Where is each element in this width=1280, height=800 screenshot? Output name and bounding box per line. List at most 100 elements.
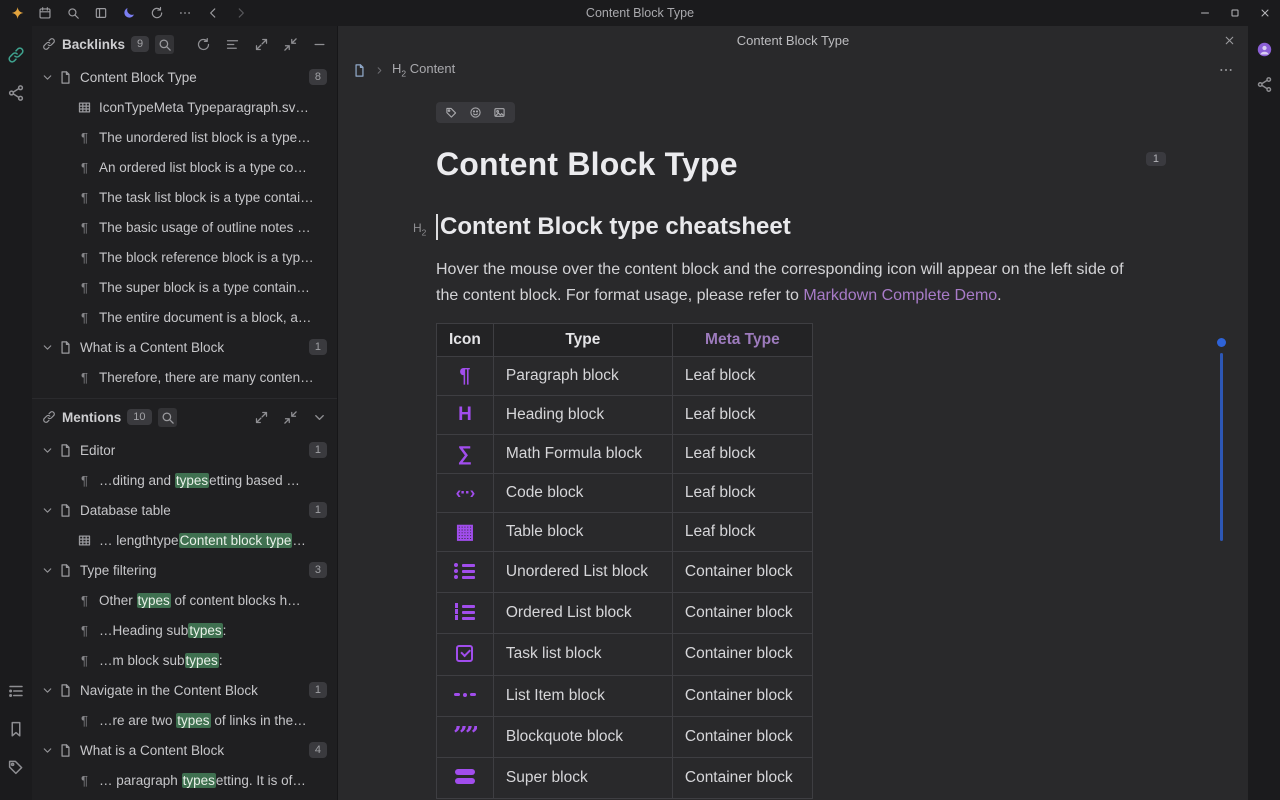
side-panel: Backlinks 9 Content Block Type8IconTypeM… <box>32 26 338 800</box>
backlink-item-row[interactable]: IconTypeMeta Typeparagraph.sv… <box>32 92 337 122</box>
mention-item-row[interactable]: ¶… paragraph typesetting. It is of… <box>32 765 337 795</box>
collapse-icon[interactable] <box>283 410 298 425</box>
bookmark-icon[interactable] <box>7 720 25 738</box>
markdown-demo-link[interactable]: Markdown Complete Demo <box>803 287 997 304</box>
chevron-down-icon[interactable] <box>312 410 327 425</box>
mention-doc-row[interactable]: Editor1 <box>32 435 337 465</box>
cheatsheet-row: Ordered List blockContainer block <box>437 593 813 634</box>
back-icon[interactable] <box>204 4 222 22</box>
backlink-item-row[interactable]: ¶The task list block is a type contai… <box>32 182 337 212</box>
more-icon[interactable] <box>176 4 194 22</box>
mention-doc-row[interactable]: What is a Content Block4 <box>32 735 337 765</box>
doc-icon <box>58 683 73 698</box>
super-icon <box>455 766 475 788</box>
doc-icon <box>58 70 73 85</box>
doc-title-row: Content Block Type 1 <box>436 146 1166 183</box>
doc-icon <box>58 340 73 355</box>
titlebar-toolbar <box>0 4 255 22</box>
backlink-icon[interactable] <box>7 46 25 64</box>
chevron-down-icon[interactable] <box>41 744 54 757</box>
panel-icon[interactable] <box>92 4 110 22</box>
forward-icon[interactable] <box>232 4 250 22</box>
left-dock <box>0 26 32 800</box>
expand-icon[interactable] <box>254 410 269 425</box>
meta-type-cell: Container block <box>672 716 812 757</box>
search-icon[interactable] <box>64 4 82 22</box>
tree-item-label: …re are two types of links in the… <box>99 713 327 728</box>
logo-icon[interactable] <box>8 4 26 22</box>
sync-icon[interactable] <box>148 4 166 22</box>
maximize-icon[interactable] <box>1220 0 1250 26</box>
outline-icon[interactable] <box>7 682 25 700</box>
scroll-indicator-dot[interactable] <box>1217 338 1226 347</box>
moon-icon[interactable] <box>120 4 138 22</box>
backlink-item-row[interactable]: ¶Therefore, there are many conten… <box>32 362 337 392</box>
backlink-doc-row[interactable]: What is a Content Block1 <box>32 332 337 362</box>
graph-icon[interactable] <box>7 84 25 102</box>
share-icon[interactable] <box>1256 76 1273 93</box>
breadcrumb-heading[interactable]: H2 Content <box>392 61 455 79</box>
mention-item-row[interactable]: ¶…diting and typesetting based … <box>32 465 337 495</box>
search-icon[interactable] <box>158 408 177 427</box>
doc-icon <box>58 743 73 758</box>
mention-doc-row[interactable]: Database table1 <box>32 495 337 525</box>
chevron-down-icon[interactable] <box>41 564 54 577</box>
mention-item-row[interactable]: … lengthtypeContent block type… <box>32 525 337 555</box>
account-icon[interactable] <box>1256 41 1273 58</box>
left-dock-top <box>7 36 25 112</box>
chevron-down-icon[interactable] <box>41 444 54 457</box>
minimize-icon[interactable] <box>1190 0 1220 26</box>
listitem-icon <box>454 684 476 706</box>
tab-title[interactable]: Content Block Type <box>737 33 850 48</box>
min-icon[interactable] <box>312 37 327 52</box>
collapse-icon[interactable] <box>283 37 298 52</box>
emoji-icon[interactable] <box>469 106 482 119</box>
document-icon[interactable] <box>352 63 367 78</box>
backlink-item-row[interactable]: ¶The unordered list block is a type… <box>32 122 337 152</box>
image-icon[interactable] <box>493 106 506 119</box>
tree-item-label: An ordered list block is a type co… <box>99 160 327 175</box>
cheatsheet-row: Unordered List blockContainer block <box>437 552 813 593</box>
backlink-item-row[interactable]: ¶The basic usage of outline notes … <box>32 212 337 242</box>
intro-paragraph[interactable]: Hover the mouse over the content block a… <box>436 257 1138 309</box>
backlink-doc-row[interactable]: Content Block Type8 <box>32 62 337 92</box>
close-icon[interactable] <box>1250 0 1280 26</box>
chevron-down-icon[interactable] <box>41 341 54 354</box>
mention-item-row[interactable]: ¶…m block subtypes: <box>32 645 337 675</box>
titlebar: Content Block Type <box>0 0 1280 26</box>
tag-icon[interactable] <box>7 758 25 776</box>
tree-item-label: The entire document is a block, a… <box>99 310 327 325</box>
tree-item-label: Therefore, there are many conten… <box>99 370 327 385</box>
para-icon: ¶ <box>77 220 92 235</box>
block-type-cell: List Item block <box>493 675 672 716</box>
expand-icon[interactable] <box>254 37 269 52</box>
mention-item-row[interactable]: ¶…Heading subtypes: <box>32 615 337 645</box>
doc-title[interactable]: Content Block Type <box>436 146 1166 183</box>
mention-item-row[interactable]: ¶Other types of content blocks h… <box>32 585 337 615</box>
block-type-cell: Super block <box>493 757 672 799</box>
document-editor[interactable]: Content Block Type 1 H2 Content Block ty… <box>338 86 1248 800</box>
backlink-item-row[interactable]: ¶The block reference block is a typ… <box>32 242 337 272</box>
scrollbar-thumb[interactable] <box>1220 353 1223 541</box>
cheatsheet-row: ▦Table blockLeaf block <box>437 513 813 552</box>
chevron-down-icon[interactable] <box>41 504 54 517</box>
mention-doc-row[interactable]: Type filtering3 <box>32 555 337 585</box>
ulist-icon <box>454 560 475 582</box>
refresh-icon[interactable] <box>196 37 211 52</box>
chevron-down-icon[interactable] <box>41 684 54 697</box>
backlink-item-row[interactable]: ¶An ordered list block is a type co… <box>32 152 337 182</box>
more-icon[interactable] <box>1218 62 1234 78</box>
tree-item-label: …diting and typesetting based … <box>99 473 327 488</box>
calendar-icon[interactable] <box>36 4 54 22</box>
mention-doc-row[interactable]: Navigate in the Content Block1 <box>32 675 337 705</box>
tab-close-icon[interactable] <box>1223 34 1236 47</box>
backlink-item-row[interactable]: ¶The super block is a type contain… <box>32 272 337 302</box>
backlink-item-row[interactable]: ¶The entire document is a block, a… <box>32 302 337 332</box>
mention-item-row[interactable]: ¶…re are two types of links in the… <box>32 705 337 735</box>
chevron-down-icon[interactable] <box>41 71 54 84</box>
sort-icon[interactable] <box>225 37 240 52</box>
mentions-tree: Editor1¶…diting and typesetting based …D… <box>32 435 337 795</box>
search-icon[interactable] <box>155 35 174 54</box>
section-heading[interactable]: Content Block type cheatsheet <box>436 213 1208 241</box>
tag-icon[interactable] <box>445 106 458 119</box>
